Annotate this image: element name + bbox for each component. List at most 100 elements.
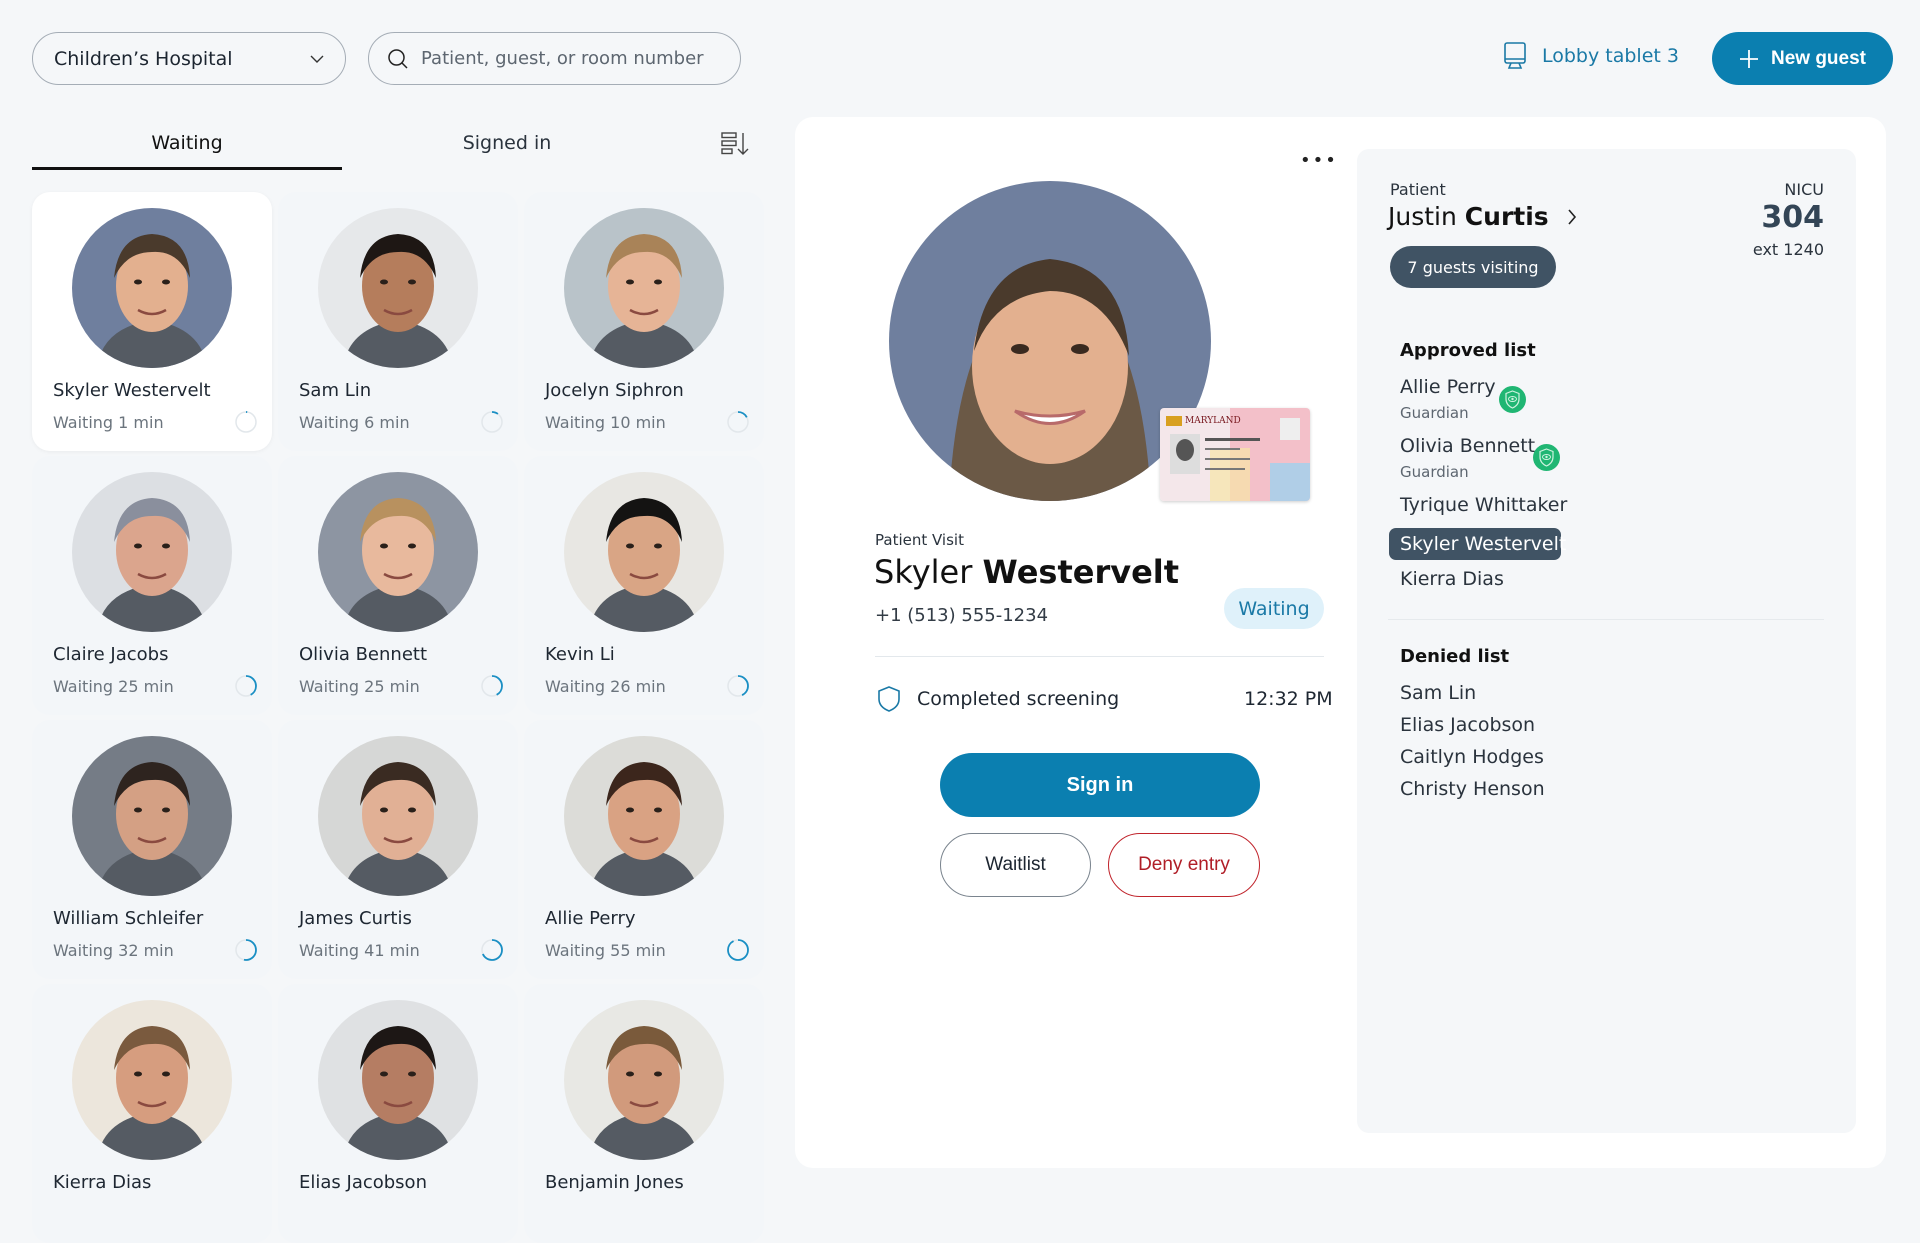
- guest-card[interactable]: Olivia Bennett Waiting 25 min: [278, 456, 518, 715]
- denied-item[interactable]: Christy Henson: [1400, 778, 1545, 800]
- deny-entry-button[interactable]: Deny entry: [1108, 833, 1260, 897]
- chevron-down-icon: [310, 55, 324, 63]
- site-select-value: Children’s Hospital: [54, 47, 233, 70]
- waitlist-button[interactable]: Waitlist: [940, 833, 1091, 897]
- shield-eye-icon: [1539, 448, 1554, 467]
- approved-item[interactable]: Kierra Dias: [1400, 568, 1504, 590]
- denied-item[interactable]: Elias Jacobson: [1400, 714, 1535, 736]
- guest-name: Claire Jacobs: [53, 644, 169, 665]
- wait-progress-ring: [235, 939, 257, 961]
- guest-avatar: [564, 1000, 724, 1160]
- guest-tabs: Waiting Signed in: [32, 120, 752, 170]
- sign-in-button[interactable]: Sign in: [940, 753, 1260, 817]
- approved-item[interactable]: Tyrique Whittaker: [1400, 494, 1567, 516]
- search-input[interactable]: Patient, guest, or room number: [421, 48, 704, 69]
- guest-name: William Schleifer: [53, 908, 204, 929]
- new-guest-button[interactable]: New guest: [1712, 32, 1893, 85]
- wait-progress-ring: [727, 939, 749, 961]
- denied-list-heading: Denied list: [1400, 646, 1510, 667]
- guest-card[interactable]: Kevin Li Waiting 26 min: [524, 456, 764, 715]
- patient-label: Patient: [1390, 180, 1446, 199]
- monitor-icon: [1504, 42, 1526, 69]
- device-label: Lobby tablet 3: [1542, 45, 1679, 67]
- guest-card[interactable]: Claire Jacobs Waiting 25 min: [32, 456, 272, 715]
- site-select[interactable]: Children’s Hospital: [32, 32, 346, 85]
- patient-first-name: Justin: [1388, 202, 1457, 231]
- guest-card[interactable]: Skyler Westervelt Waiting 1 min: [32, 192, 272, 451]
- guest-grid: Skyler Westervelt Waiting 1 min Sam Lin …: [32, 192, 764, 1243]
- approved-item[interactable]: Allie Perry: [1400, 376, 1496, 398]
- divider: [1388, 619, 1824, 620]
- guest-card[interactable]: William Schleifer Waiting 32 min: [32, 720, 272, 979]
- tab-signed-in[interactable]: Signed in: [342, 120, 672, 170]
- verified-badge: [1499, 386, 1526, 413]
- verified-badge: [1533, 444, 1560, 471]
- shield-eye-icon: [1505, 390, 1520, 409]
- denied-item[interactable]: Caitlyn Hodges: [1400, 746, 1544, 768]
- guest-name: Elias Jacobson: [299, 1172, 427, 1193]
- visit-type-label: Patient Visit: [875, 531, 964, 549]
- guest-avatar: [564, 736, 724, 896]
- wait-time: Waiting 55 min: [545, 941, 666, 960]
- guest-name: Sam Lin: [299, 380, 372, 401]
- guest-card[interactable]: Benjamin Jones: [524, 984, 764, 1243]
- guest-avatar: [72, 208, 232, 368]
- guest-card[interactable]: Jocelyn Siphron Waiting 10 min: [524, 192, 764, 451]
- patient-name-link[interactable]: Justin Curtis: [1388, 202, 1577, 231]
- guest-avatar: [564, 472, 724, 632]
- id-card-thumbnail[interactable]: MARYLAND: [1160, 408, 1310, 501]
- screening-time: 12:32 PM: [1244, 688, 1333, 710]
- sort-button[interactable]: [720, 131, 752, 161]
- guest-card[interactable]: Sam Lin Waiting 6 min: [278, 192, 518, 451]
- search-icon: [388, 48, 408, 69]
- wait-progress-ring: [481, 939, 503, 961]
- guest-name: Skyler Westervelt: [874, 553, 1179, 591]
- device-indicator[interactable]: Lobby tablet 3: [1504, 42, 1679, 70]
- screening-row: Completed screening: [877, 685, 1119, 713]
- guests-visiting-badge[interactable]: 7 guests visiting: [1390, 246, 1556, 288]
- wait-time: Waiting 25 min: [299, 677, 420, 696]
- wait-time: Waiting 26 min: [545, 677, 666, 696]
- denied-item[interactable]: Sam Lin: [1400, 682, 1476, 704]
- new-guest-label: New guest: [1770, 47, 1867, 69]
- wait-time: Waiting 1 min: [53, 413, 164, 432]
- wait-time: Waiting 41 min: [299, 941, 420, 960]
- guest-card[interactable]: Elias Jacobson: [278, 984, 518, 1243]
- guest-card[interactable]: Kierra Dias: [32, 984, 272, 1243]
- guest-avatar: [72, 1000, 232, 1160]
- approved-item-selected[interactable]: Skyler Westervelt: [1389, 528, 1566, 560]
- wait-time: Waiting 32 min: [53, 941, 174, 960]
- divider: [875, 656, 1324, 657]
- guest-card[interactable]: James Curtis Waiting 41 min: [278, 720, 518, 979]
- guest-avatar: [72, 472, 232, 632]
- wait-progress-ring: [727, 411, 749, 433]
- guest-name: Jocelyn Siphron: [545, 380, 684, 401]
- wait-progress-ring: [481, 675, 503, 697]
- guest-avatar: [318, 1000, 478, 1160]
- patient-extension: ext 1240: [1752, 240, 1824, 259]
- wait-progress-ring: [481, 411, 503, 433]
- plus-icon: [1739, 49, 1758, 68]
- approved-item[interactable]: Olivia Bennett: [1400, 435, 1535, 457]
- approved-item-role: Guardian: [1400, 404, 1469, 422]
- search-field[interactable]: Patient, guest, or room number: [368, 32, 741, 85]
- guest-avatar: [318, 472, 478, 632]
- guest-first-name: Skyler: [874, 553, 973, 591]
- approved-list-heading: Approved list: [1400, 340, 1536, 361]
- sort-icon: [721, 132, 749, 155]
- guest-name: Benjamin Jones: [545, 1172, 684, 1193]
- guest-avatar: [72, 736, 232, 896]
- guest-avatar: [318, 208, 478, 368]
- guest-card[interactable]: Allie Perry Waiting 55 min: [524, 720, 764, 979]
- wait-time: Waiting 6 min: [299, 413, 410, 432]
- approved-item-role: Guardian: [1400, 463, 1469, 481]
- patient-room: 304: [1761, 200, 1824, 235]
- tab-waiting[interactable]: Waiting: [32, 120, 342, 170]
- wait-time: Waiting 25 min: [53, 677, 174, 696]
- more-options-icon[interactable]: •••: [1300, 150, 1338, 171]
- wait-progress-ring: [235, 675, 257, 697]
- guest-name: James Curtis: [299, 908, 412, 929]
- guest-name: Kierra Dias: [53, 1172, 152, 1193]
- guest-name: Olivia Bennett: [299, 644, 428, 665]
- patient-unit: NICU: [1784, 180, 1824, 199]
